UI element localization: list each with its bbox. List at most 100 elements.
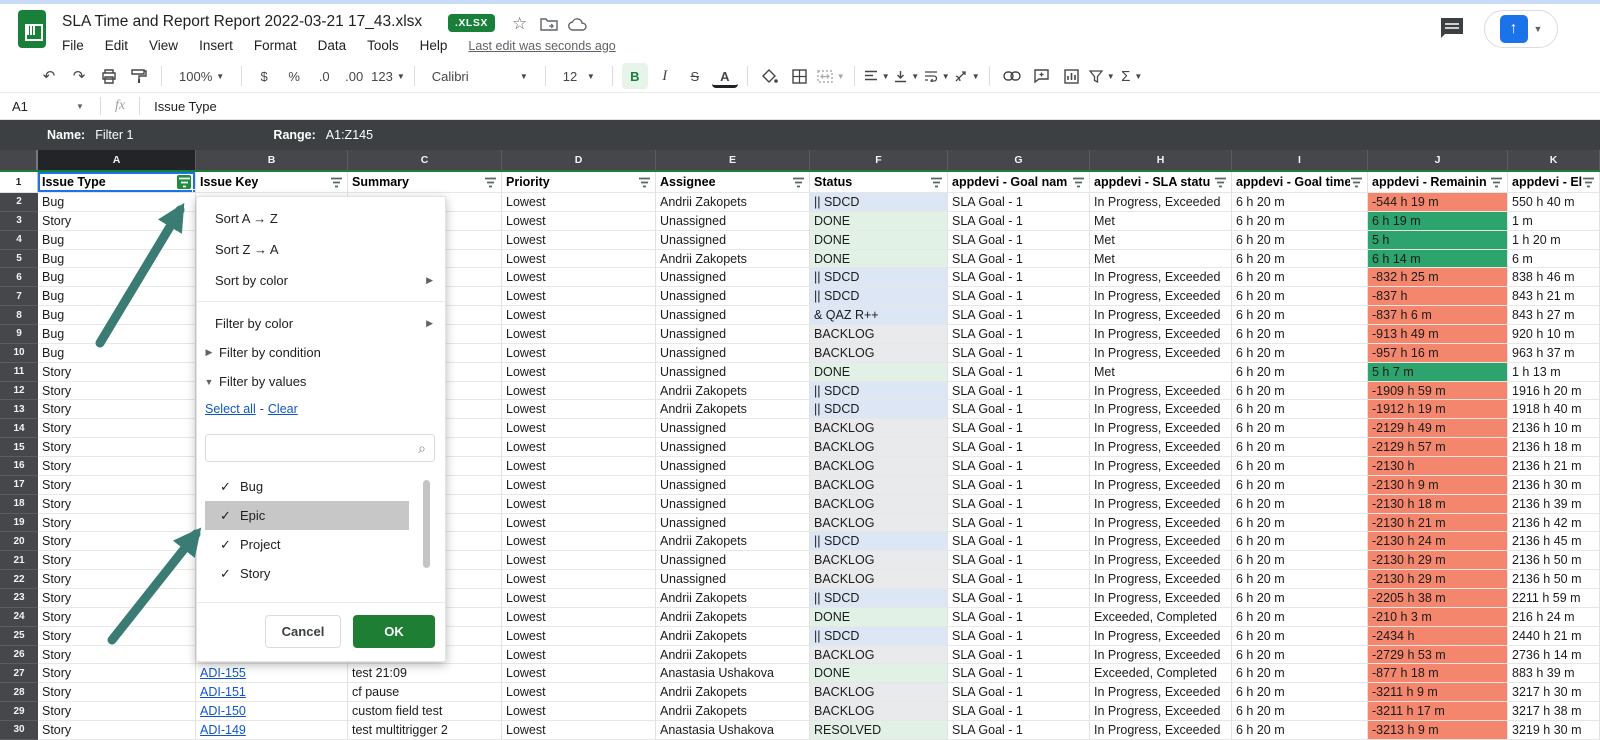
row-header-30[interactable]: 30 (0, 721, 38, 740)
cell-E20[interactable]: Andrii Zakopets (656, 532, 810, 551)
cell-J3[interactable]: 6 h 19 m (1368, 212, 1508, 231)
cell-G10[interactable]: SLA Goal - 1 (948, 344, 1090, 363)
cell-A25[interactable]: Story (38, 627, 196, 646)
cell-J10[interactable]: -957 h 16 m (1368, 344, 1508, 363)
cell-I19[interactable]: 6 h 20 m (1232, 514, 1368, 533)
cell-G12[interactable]: SLA Goal - 1 (948, 382, 1090, 401)
cell-I26[interactable]: 6 h 20 m (1232, 646, 1368, 665)
column-header-A[interactable]: A (38, 150, 196, 170)
cell-K13[interactable]: 1918 h 40 m (1508, 400, 1600, 419)
row-header-24[interactable]: 24 (0, 608, 38, 627)
cell-E8[interactable]: Unassigned (656, 306, 810, 325)
cell-G7[interactable]: SLA Goal - 1 (948, 287, 1090, 306)
zoom-select[interactable]: 100%▼ (171, 63, 232, 89)
cell-I11[interactable]: 6 h 20 m (1232, 363, 1368, 382)
row-header-27[interactable]: 27 (0, 664, 38, 683)
cell-F10[interactable]: BACKLOG (810, 344, 948, 363)
cell-G30[interactable]: SLA Goal - 1 (948, 721, 1090, 740)
cell-A6[interactable]: Bug (38, 268, 196, 287)
cell-F7[interactable]: || SDCD (810, 287, 948, 306)
cell-K22[interactable]: 2136 h 50 m (1508, 570, 1600, 589)
cell-A26[interactable]: Story (38, 646, 196, 665)
cell-I15[interactable]: 6 h 20 m (1232, 438, 1368, 457)
header-cell-A[interactable]: Issue Type (38, 172, 196, 193)
menu-item-filter-by-color[interactable]: Filter by color▶ (197, 308, 445, 338)
cell-B28[interactable]: ADI-151 (196, 683, 348, 702)
column-header-B[interactable]: B (196, 150, 348, 170)
cell-J14[interactable]: -2129 h 49 m (1368, 419, 1508, 438)
cell-G5[interactable]: SLA Goal - 1 (948, 250, 1090, 269)
cell-I13[interactable]: 6 h 20 m (1232, 400, 1368, 419)
cell-G16[interactable]: SLA Goal - 1 (948, 457, 1090, 476)
cell-G2[interactable]: SLA Goal - 1 (948, 193, 1090, 212)
cell-K9[interactable]: 920 h 10 m (1508, 325, 1600, 344)
cell-E13[interactable]: Andrii Zakopets (656, 400, 810, 419)
cell-H3[interactable]: Met (1090, 212, 1232, 231)
header-cell-K[interactable]: appdevi - Elaps (1508, 172, 1600, 193)
cell-H8[interactable]: In Progress, Exceeded (1090, 306, 1232, 325)
row-header-15[interactable]: 15 (0, 438, 38, 457)
menu-view[interactable]: View (149, 38, 178, 53)
cell-G20[interactable]: SLA Goal - 1 (948, 532, 1090, 551)
cell-E5[interactable]: Andrii Zakopets (656, 250, 810, 269)
cell-F16[interactable]: BACKLOG (810, 457, 948, 476)
row-header-26[interactable]: 26 (0, 646, 38, 665)
select-all-link[interactable]: Select all (205, 402, 256, 416)
cell-J6[interactable]: -832 h 25 m (1368, 268, 1508, 287)
cell-H29[interactable]: In Progress, Exceeded (1090, 702, 1232, 721)
cell-H10[interactable]: In Progress, Exceeded (1090, 344, 1232, 363)
cell-D23[interactable]: Lowest (502, 589, 656, 608)
cell-E17[interactable]: Unassigned (656, 476, 810, 495)
header-cell-H[interactable]: appdevi - SLA statu (1090, 172, 1232, 193)
cell-I30[interactable]: 6 h 20 m (1232, 721, 1368, 740)
cell-K23[interactable]: 2211 h 59 m (1508, 589, 1600, 608)
cell-E9[interactable]: Unassigned (656, 325, 810, 344)
text-color-button[interactable]: A (712, 68, 738, 88)
cell-H28[interactable]: In Progress, Exceeded (1090, 683, 1232, 702)
row-header-25[interactable]: 25 (0, 627, 38, 646)
sheets-logo-icon[interactable] (18, 10, 46, 48)
text-wrap-button[interactable]: ▼ (924, 63, 950, 89)
cell-I10[interactable]: 6 h 20 m (1232, 344, 1368, 363)
cell-G4[interactable]: SLA Goal - 1 (948, 231, 1090, 250)
cell-G23[interactable]: SLA Goal - 1 (948, 589, 1090, 608)
cell-K18[interactable]: 2136 h 39 m (1508, 495, 1600, 514)
cell-A16[interactable]: Story (38, 457, 196, 476)
cell-C27[interactable]: test 21:09 (348, 664, 502, 683)
merge-cells-button[interactable]: ▼ (817, 63, 845, 89)
filter-button-icon[interactable] (1350, 177, 1363, 188)
functions-button[interactable]: Σ▼ (1119, 63, 1145, 89)
cell-K15[interactable]: 2136 h 18 m (1508, 438, 1600, 457)
row-header-5[interactable]: 5 (0, 250, 38, 269)
name-box[interactable]: A1 (0, 99, 76, 114)
cell-A24[interactable]: Story (38, 608, 196, 627)
vertical-align-button[interactable]: ▼ (894, 63, 920, 89)
filter-button-icon[interactable] (792, 177, 805, 188)
cell-D21[interactable]: Lowest (502, 551, 656, 570)
cell-H5[interactable]: Met (1090, 250, 1232, 269)
column-header-C[interactable]: C (348, 150, 502, 170)
cell-K11[interactable]: 1 h 13 m (1508, 363, 1600, 382)
cell-J2[interactable]: -544 h 19 m (1368, 193, 1508, 212)
cell-K10[interactable]: 963 h 37 m (1508, 344, 1600, 363)
cell-G17[interactable]: SLA Goal - 1 (948, 476, 1090, 495)
format-percent-button[interactable]: % (281, 63, 307, 89)
cell-E19[interactable]: Unassigned (656, 514, 810, 533)
cell-J23[interactable]: -2205 h 38 m (1368, 589, 1508, 608)
cell-I2[interactable]: 6 h 20 m (1232, 193, 1368, 212)
insert-link-button[interactable] (999, 63, 1025, 89)
filter-button-icon[interactable] (330, 177, 343, 188)
cell-I24[interactable]: 6 h 20 m (1232, 608, 1368, 627)
filter-button-icon[interactable] (1582, 177, 1595, 188)
select-all-corner[interactable] (0, 150, 38, 170)
cell-F29[interactable]: BACKLOG (810, 702, 948, 721)
cell-E28[interactable]: Andrii Zakopets (656, 683, 810, 702)
cell-A5[interactable]: Bug (38, 250, 196, 269)
clear-link[interactable]: Clear (268, 402, 298, 416)
cell-D10[interactable]: Lowest (502, 344, 656, 363)
cell-A14[interactable]: Story (38, 419, 196, 438)
cell-K19[interactable]: 2136 h 42 m (1508, 514, 1600, 533)
star-icon[interactable]: ☆ (512, 14, 527, 34)
cell-K3[interactable]: 1 m (1508, 212, 1600, 231)
cell-C29[interactable]: custom field test (348, 702, 502, 721)
